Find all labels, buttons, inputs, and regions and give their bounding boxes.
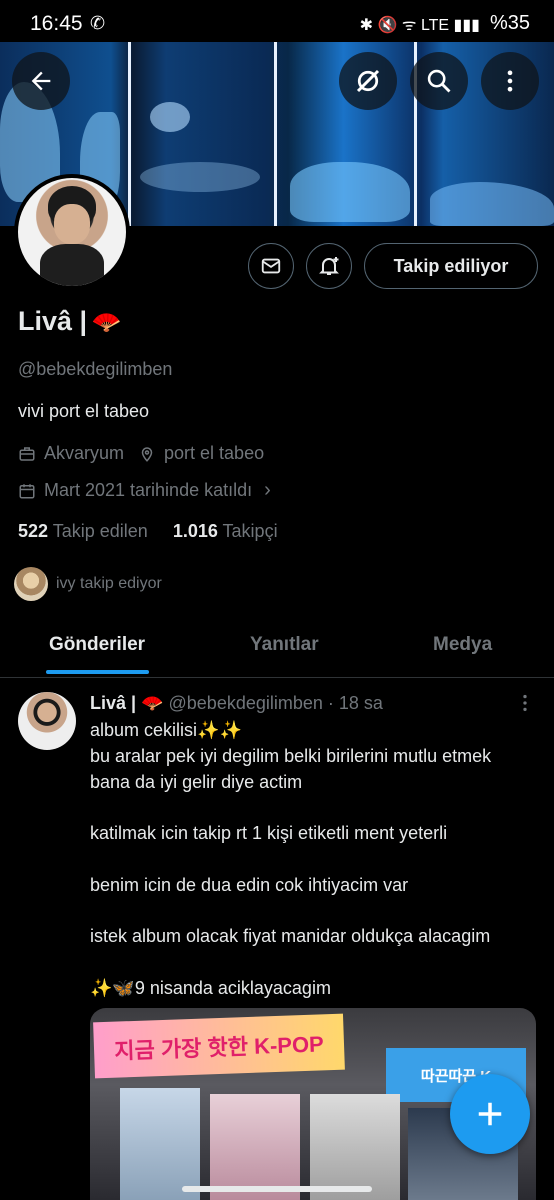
calendar-icon — [19, 483, 35, 498]
following-label: Takip edilen — [52, 521, 148, 541]
following-button[interactable]: Takip ediliyor — [364, 243, 538, 289]
location-pin-icon — [141, 446, 153, 462]
grok-icon — [356, 69, 380, 93]
following-count: 522 — [18, 521, 49, 541]
post-line: istek album olacak fiyat manidar oldukça… — [90, 926, 491, 947]
tab-posts[interactable]: Gönderiler — [49, 634, 145, 656]
followers-label: Takipçi — [222, 521, 278, 541]
profile-work: Akvaryum — [44, 443, 125, 463]
post-line: album cekilisi✨✨ — [90, 720, 242, 740]
post-line: bana da iyi gelir diye actim — [90, 771, 303, 792]
active-tab-indicator — [46, 670, 149, 674]
search-button[interactable] — [410, 52, 468, 110]
arrow-left-icon — [31, 71, 51, 91]
post-line: ✨🦋9 nisanda aciklayacagim — [90, 977, 331, 998]
notification-button[interactable] — [306, 243, 352, 289]
compose-button[interactable] — [450, 1074, 530, 1154]
album-cover — [120, 1088, 200, 1200]
battery-text: %35 — [489, 12, 530, 34]
mail-icon — [261, 258, 281, 274]
album-cover — [210, 1094, 300, 1200]
post-line — [90, 899, 540, 925]
message-button[interactable] — [248, 243, 294, 289]
followed-by-row[interactable]: ivy takip ediyor — [14, 567, 162, 601]
profile-tabs: Gönderiler Yanıtlar Medya — [0, 630, 554, 676]
post-line: katilmak icin takip rt 1 kişi etiketli m… — [90, 823, 448, 844]
more-vertical-icon — [523, 694, 527, 712]
kpop-sign-text: 지금 가장 핫한 K-POP — [113, 1031, 325, 1064]
fan-emoji: 🪭 — [91, 309, 122, 336]
briefcase-icon — [19, 446, 35, 461]
post-header: Livâ | 🪭 @bebekdegilimben · 18 sa — [90, 693, 383, 714]
grok-button[interactable] — [339, 52, 397, 110]
profile-joined: Mart 2021 tarihinde katıldı — [44, 480, 253, 500]
system-icons: ✱ 🔇 ᯤ LTE ▮▮▮ — [359, 16, 480, 34]
following-stat[interactable]: 522 Takip edilen — [18, 521, 148, 541]
bell-plus-icon — [319, 257, 339, 275]
plus-icon — [478, 1102, 502, 1126]
profile-joined-row[interactable]: Mart 2021 tarihinde katıldı › — [18, 479, 271, 502]
post-line — [90, 847, 540, 873]
profile-name: Livâ | — [18, 306, 88, 336]
post-line — [90, 950, 540, 976]
followed-by-text: ivy takip ediyor — [56, 575, 162, 592]
chevron-right-icon: › — [264, 479, 271, 501]
post-time[interactable]: · 18 sa — [328, 693, 383, 713]
following-button-label: Takip ediliyor — [393, 255, 509, 276]
profile-meta-row: Akvaryum port el tabeo — [18, 443, 264, 464]
home-indicator[interactable] — [182, 1186, 372, 1192]
more-button[interactable] — [481, 52, 539, 110]
follow-stats: 522 Takip edilen 1.016 Takipçi — [18, 521, 278, 542]
tabs-divider — [0, 677, 554, 678]
back-button[interactable] — [12, 52, 70, 110]
post-more-button[interactable] — [514, 692, 536, 719]
post-author-handle[interactable]: @bebekdegilimben — [169, 693, 323, 713]
search-icon — [427, 69, 451, 93]
post-line — [90, 795, 540, 821]
followers-stat[interactable]: 1.016 Takipçi — [173, 521, 278, 541]
post-line: benim icin de dua edin cok ihtiyacim var — [90, 874, 409, 895]
follower-avatar — [14, 567, 48, 601]
album-cover — [310, 1094, 400, 1200]
status-indicators: ✱ 🔇 ᯤ LTE ▮▮▮ %35 — [360, 12, 530, 35]
profile-bio: vivi port el tabeo — [18, 401, 150, 421]
profile-name-row: Livâ | 🪭 — [18, 306, 121, 337]
post-text: album cekilisi✨✨ bu aralar pek iyi degil… — [90, 718, 540, 1002]
kpop-sign: 지금 가장 핫한 K-POP — [93, 1013, 345, 1079]
post-avatar[interactable] — [18, 692, 76, 750]
followers-count: 1.016 — [172, 521, 218, 541]
tab-replies[interactable]: Yanıtlar — [250, 634, 319, 656]
profile-avatar[interactable] — [14, 174, 130, 290]
tab-media[interactable]: Medya — [433, 634, 492, 656]
whatsapp-icon: ✆ — [90, 13, 106, 33]
post-author-name[interactable]: Livâ | — [90, 693, 136, 713]
status-bar: 16:45 ✆ ✱ 🔇 ᯤ LTE ▮▮▮ %35 — [0, 0, 554, 42]
post-author-emoji: 🪭 — [141, 693, 164, 713]
profile-handle: @bebekdegilimben — [18, 359, 173, 379]
post-line: bu aralar pek iyi degilim belki birileri… — [90, 745, 492, 766]
profile-location: port el tabeo — [164, 443, 265, 463]
more-vertical-icon — [507, 70, 513, 92]
status-time: 16:45 — [30, 12, 83, 35]
